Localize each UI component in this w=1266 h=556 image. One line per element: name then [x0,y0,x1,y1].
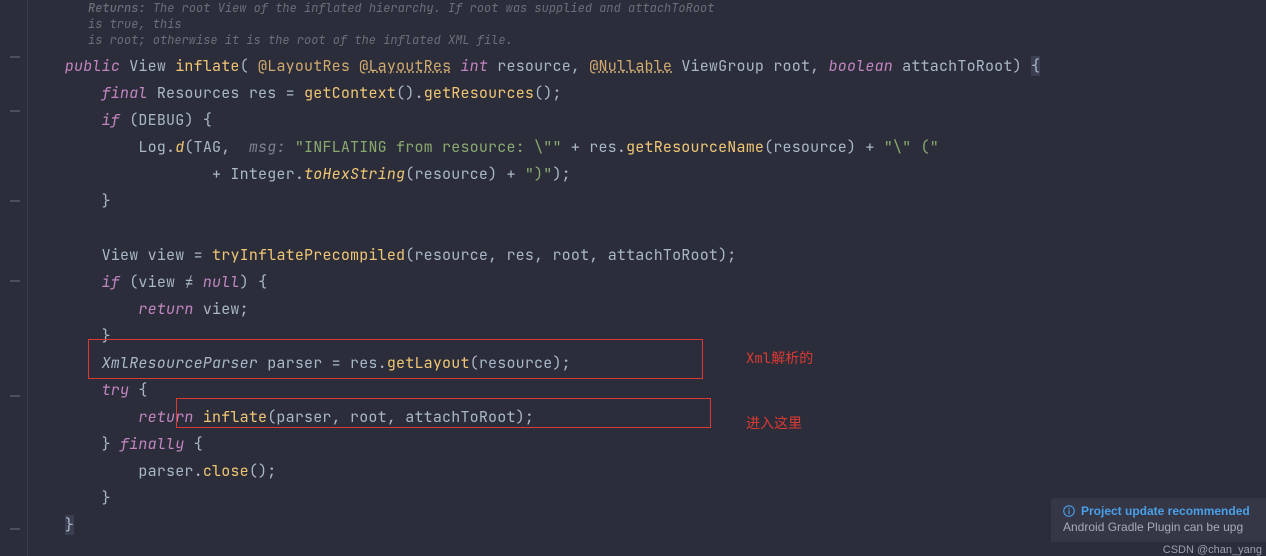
code-line[interactable]: final Resources res = getContext().getRe… [28,80,1266,107]
code-line[interactable]: return inflate(parser, root, attachToRoo… [28,404,1266,431]
code-editor[interactable]: Returns: The root View of the inflated h… [28,0,1266,556]
code-line[interactable]: if (DEBUG) { [28,107,1266,134]
code-line[interactable]: View view = tryInflatePrecompiled(resour… [28,242,1266,269]
code-line[interactable]: } [28,188,1266,215]
code-line[interactable]: } [28,323,1266,350]
code-line[interactable]: if (view ≠ null) { [28,269,1266,296]
annotation-text-2: 进入这里 [746,413,802,433]
code-line[interactable]: XmlResourceParser parser = res.getLayout… [28,350,1266,377]
code-line[interactable]: Log.d(TAG, msg: "INFLATING from resource… [28,134,1266,161]
watermark: CSDN @chan_yang [1163,544,1262,556]
code-line[interactable]: + Integer.toHexString(resource) + ")"); [28,161,1266,188]
annotation-text-1: Xml解析的 [746,348,813,368]
doc-text-1: The root View of the inflated hierarchy.… [88,0,714,32]
javadoc-comment: Returns: The root View of the inflated h… [28,0,728,53]
editor-gutter [0,0,28,556]
code-line[interactable]: return view; [28,296,1266,323]
code-line[interactable]: public View inflate( @LayoutRes @LayoutR… [28,53,1266,80]
code-line[interactable]: try { [28,377,1266,404]
doc-text-2: is root; otherwise it is the root of the… [88,32,513,48]
code-line[interactable]: } finally { [28,431,1266,458]
doc-returns-label: Returns: [88,0,153,16]
info-icon [1063,505,1075,517]
notification-title: Project update recommended [1081,504,1250,518]
code-line[interactable]: parser.close(); [28,458,1266,485]
ide-notification[interactable]: Project update recommended Android Gradl… [1051,498,1266,542]
notification-message: Android Gradle Plugin can be upg [1063,520,1256,534]
code-line[interactable] [28,215,1266,242]
